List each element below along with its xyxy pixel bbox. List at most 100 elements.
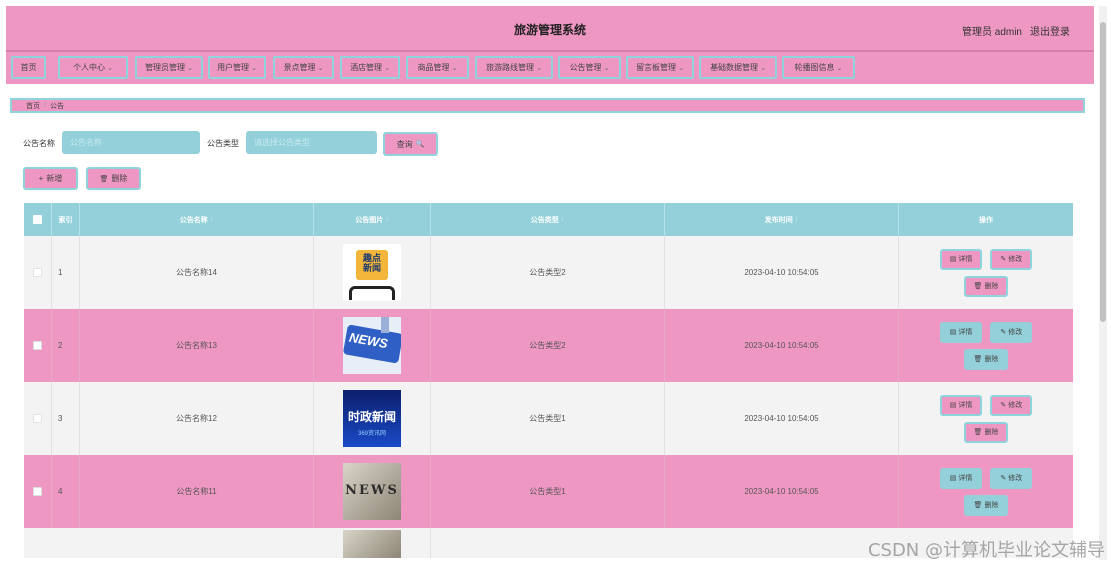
delete-label: 删除 [984, 356, 999, 363]
notice-thumbnail[interactable]: NEWS [343, 463, 401, 520]
delete-button[interactable]: 🗑 删除 [963, 494, 1009, 516]
col-header-index[interactable]: 索引 [52, 203, 80, 236]
row-actions-line: ▤ 详情 ✎ 修改 [939, 467, 1033, 489]
delete-label: 删除 [984, 429, 999, 436]
edit-label: 修改 [1008, 329, 1023, 336]
query-button[interactable]: 查询 🔍 [383, 132, 438, 156]
index-cell: 4 [52, 455, 80, 528]
col-header-image[interactable]: 公告图片 ↕ [314, 203, 431, 236]
col-header-name[interactable]: 公告名称 ↕ [80, 203, 314, 236]
trash-icon: 🗑 [973, 429, 983, 436]
nav-label: 轮播图信息 [794, 63, 835, 72]
actions-cell: ▤ 详情 ✎ 修改 🗑 删除 [899, 236, 1073, 309]
nav-item-hotel[interactable]: 酒店管理 ⌄ [340, 56, 400, 79]
row-checkbox[interactable] [33, 341, 42, 350]
chevron-down-icon: ⌄ [836, 64, 843, 72]
delete-label: 删除 [984, 283, 999, 290]
nav-item-goods[interactable]: 商品管理 ⌄ [406, 56, 469, 79]
detail-button[interactable]: ▤ 详情 [939, 321, 983, 343]
detail-button[interactable]: ▤ 详情 [939, 248, 983, 270]
col-header-type[interactable]: 公告类型 ↕ [431, 203, 665, 236]
edit-icon: ✎ [1000, 256, 1007, 263]
logout-link[interactable]: 退出登录 [1030, 23, 1070, 38]
select-all-cell [24, 203, 52, 236]
col-header-label: 发布时间 [764, 216, 793, 224]
sort-icon: ↕ [209, 216, 214, 223]
current-user: 管理员 admin [961, 27, 1022, 38]
select-all-checkbox[interactable] [33, 215, 42, 224]
nav-label: 旅游路线管理 [486, 63, 535, 72]
edit-icon: ✎ [1000, 329, 1007, 336]
nav-item-profile[interactable]: 个人中心 ⌄ [58, 56, 128, 79]
query-label: 查询 [396, 139, 413, 149]
publish-time-cell: 2023-04-10 10:54:05 [665, 455, 899, 528]
nav-item-home[interactable]: 首页 [11, 56, 46, 79]
chevron-down-icon: ⌄ [187, 64, 193, 72]
edit-icon: ✎ [1000, 402, 1007, 409]
nav-item-carousel[interactable]: 轮播图信息 ⌄ [782, 56, 855, 79]
delete-button[interactable]: 🗑 删除 [963, 348, 1009, 370]
notice-name-input[interactable] [62, 131, 200, 154]
notice-thumbnail[interactable] [343, 530, 401, 558]
add-button[interactable]: + 新增 [23, 167, 78, 190]
nav-item-routes[interactable]: 旅游路线管理 ⌄ [475, 56, 553, 79]
plus-icon: + [38, 174, 44, 183]
nav-item-basedata[interactable]: 基础数据管理 ⌄ [699, 56, 777, 79]
row-actions: ▤ 详情 ✎ 修改 🗑 删除 [939, 394, 1033, 443]
vertical-scrollbar[interactable] [1099, 6, 1107, 560]
row-checkbox[interactable] [33, 268, 42, 277]
table-header: 索引 公告名称 ↕ 公告图片 ↕ 公告类型 ↕ 发布时间 ↕ 操作 [24, 203, 1073, 236]
edit-button[interactable]: ✎ 修改 [990, 394, 1033, 416]
watermark: CSDN @计算机毕业论文辅导 [867, 540, 1105, 561]
col-header-actions: 操作 [899, 203, 1073, 236]
row-checkbox[interactable] [33, 487, 42, 496]
detail-icon: ▤ [949, 256, 957, 263]
notice-thumbnail[interactable]: 趣点 新闻 [343, 244, 401, 301]
thumb-text: 趣点 新闻 [358, 253, 386, 273]
notice-thumbnail[interactable]: 时政新闻 369资讯网 [343, 390, 401, 447]
row-actions-line: ▤ 详情 ✎ 修改 [939, 321, 1033, 343]
edit-label: 修改 [1008, 402, 1023, 409]
detail-icon: ▤ [949, 475, 957, 482]
delete-button[interactable]: 🗑 删除 [963, 275, 1009, 297]
col-header-time[interactable]: 发布时间 ↕ [665, 203, 899, 236]
detail-icon: ▤ [949, 329, 957, 336]
edit-button[interactable]: ✎ 修改 [990, 467, 1033, 489]
edit-button[interactable]: ✎ 修改 [990, 321, 1033, 343]
thumb-line1: 趣点 [362, 253, 381, 263]
nav-item-notice[interactable]: 公告管理 ⌄ [558, 56, 621, 79]
col-header-label: 公告图片 [355, 216, 384, 224]
breadcrumb: 首页 / 公告 [10, 98, 1085, 113]
breadcrumb-home[interactable]: 首页 [26, 101, 40, 111]
notice-image-cell [314, 528, 431, 558]
batch-delete-button[interactable]: 🗑 删除 [86, 167, 141, 190]
nav-label: 用户管理 [217, 63, 250, 72]
notice-type-cell: 公告类型2 [431, 309, 665, 382]
phone-outline [349, 286, 395, 300]
publish-time-cell: 2023-04-10 10:54:05 [665, 382, 899, 455]
nav-label: 管理员管理 [145, 63, 186, 72]
index-cell: 3 [52, 382, 80, 455]
publish-time-cell: 2023-04-10 10:54:05 [665, 236, 899, 309]
chevron-down-icon: ⌄ [451, 64, 458, 72]
nav-item-admin[interactable]: 管理员管理 ⌄ [135, 56, 203, 79]
edit-button[interactable]: ✎ 修改 [990, 248, 1033, 270]
row-checkbox[interactable] [33, 414, 42, 423]
chevron-down-icon: ⌄ [317, 64, 324, 72]
nav-item-scenic[interactable]: 景点管理 ⌄ [273, 56, 334, 79]
scrollbar-thumb[interactable] [1100, 22, 1106, 322]
detail-button[interactable]: ▤ 详情 [939, 394, 983, 416]
notice-image-cell: 时政新闻 369资讯网 [314, 382, 431, 455]
detail-button[interactable]: ▤ 详情 [939, 467, 983, 489]
col-header-label: 操作 [979, 216, 993, 224]
thumb-subtext: 369资讯网 [357, 431, 386, 437]
notice-type-cell: 公告类型1 [431, 382, 665, 455]
delete-button[interactable]: 🗑 删除 [963, 421, 1009, 443]
detail-label: 详情 [958, 256, 973, 263]
nav-item-users[interactable]: 用户管理 ⌄ [208, 56, 266, 79]
nav-item-messages[interactable]: 留言板管理 ⌄ [626, 56, 694, 79]
notice-type-select[interactable] [246, 131, 377, 154]
nav-label: 留言板管理 [636, 63, 677, 72]
publish-time-cell: 2023-04-10 10:54:05 [665, 309, 899, 382]
notice-thumbnail[interactable]: NEWS [343, 317, 401, 374]
